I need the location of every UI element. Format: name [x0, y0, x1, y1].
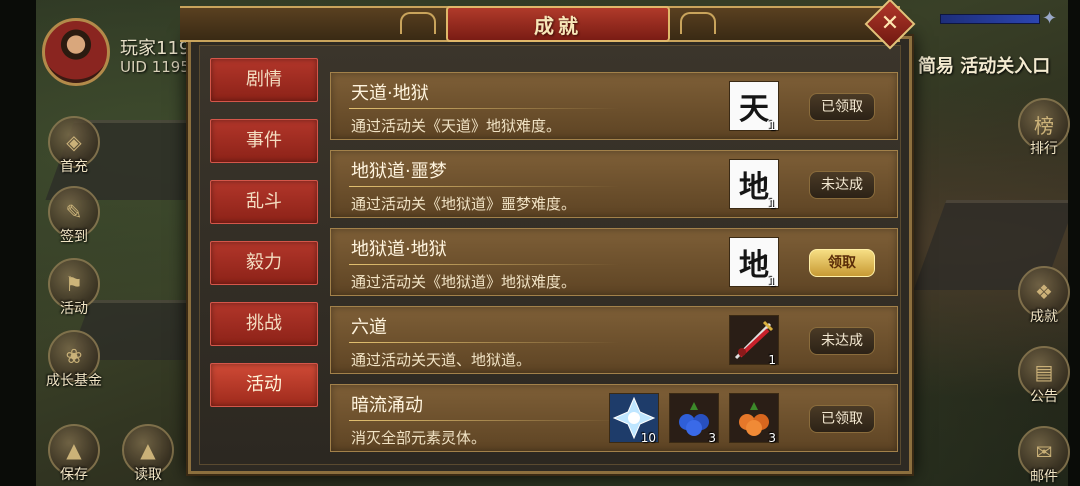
side-button-label: 签到 — [60, 229, 88, 245]
side-button-label: 公告 — [1030, 389, 1058, 405]
achievement-desc: 消灭全部元素灵体。 — [351, 429, 487, 447]
achievement-title: 地狱道·噩梦 — [351, 161, 447, 182]
token-tian-icon[interactable]: 天 1 — [729, 81, 779, 133]
achievement-desc: 通过活动关《地狱道》噩梦难度。 — [351, 195, 577, 213]
achievement-desc: 通过活动关天道、地狱道。 — [351, 351, 532, 369]
achievement-title: 天道·地狱 — [351, 83, 429, 104]
divider — [349, 264, 619, 265]
achievement-row: 地狱道·噩梦 通过活动关《地狱道》噩梦难度。 地 1 未达成 — [330, 150, 898, 218]
achievement-list: 天道·地狱 通过活动关《天道》地狱难度。 天 1 已领取 地狱道·噩梦 通过活动… — [330, 60, 898, 456]
dialog-title: 成就 — [534, 13, 582, 38]
side-button-notice[interactable]: ▤ 公告 — [1016, 346, 1072, 406]
player-avatar[interactable] — [42, 18, 110, 86]
tab-plot[interactable]: 剧情 — [210, 58, 318, 102]
achievement-title: 暗流涌动 — [351, 395, 423, 416]
reward-count: 1 — [768, 275, 776, 289]
claimed-button[interactable]: 已领取 — [809, 93, 875, 121]
reward-count: 3 — [708, 431, 716, 445]
reward-count: 1 — [768, 353, 776, 367]
title-ornament — [400, 12, 436, 34]
achievement-row: 地狱道·地狱 通过活动关《地狱道》地狱难度。 地 1 领取 — [330, 228, 898, 296]
tab-brawl[interactable]: 乱斗 — [210, 180, 318, 224]
tab-challenge[interactable]: 挑战 — [210, 302, 318, 346]
blue-fruit-icon[interactable]: 3 — [669, 393, 719, 445]
orange-fruit-icon[interactable]: 3 — [729, 393, 779, 445]
vip-icon[interactable]: ✦ — [1042, 8, 1057, 29]
achievement-title: 地狱道·地狱 — [351, 239, 447, 260]
category-tabs: 剧情 事件 乱斗 毅力 挑战 活动 — [210, 58, 318, 424]
token-di-icon[interactable]: 地 1 — [729, 159, 779, 211]
reward-count: 10 — [640, 431, 656, 445]
side-button-activity[interactable]: ⚑ 活动 — [46, 258, 102, 318]
side-button-label: 邮件 — [1030, 469, 1058, 485]
achievement-desc: 通过活动关《地狱道》地狱难度。 — [351, 273, 577, 291]
title-ornament — [680, 12, 716, 34]
save-button-label: 保存 — [60, 467, 88, 483]
achievement-row: 暗流涌动 消灭全部元素灵体。 10 3 3 已领取 — [330, 384, 898, 452]
tab-activity[interactable]: 活动 — [210, 363, 318, 407]
save-button[interactable]: ▲ 保存 — [46, 424, 102, 484]
reward-count: 1 — [768, 197, 776, 211]
divider — [349, 420, 619, 421]
close-icon[interactable]: ✕ — [878, 8, 902, 40]
side-button-label: 排行 — [1030, 141, 1058, 157]
reward-count: 1 — [768, 119, 776, 133]
side-button-sign-in[interactable]: ✎ 签到 — [46, 186, 102, 246]
not-achieved-button[interactable]: 未达成 — [809, 171, 875, 199]
screen-edge — [0, 0, 36, 486]
claim-button[interactable]: 领取 — [809, 249, 875, 277]
achievement-row: 天道·地狱 通过活动关《天道》地狱难度。 天 1 已领取 — [330, 72, 898, 140]
claimed-button[interactable]: 已领取 — [809, 405, 875, 433]
side-button-achievement[interactable]: ❖ 成就 — [1016, 266, 1072, 326]
side-button-mail[interactable]: ✉ 邮件 — [1016, 426, 1072, 486]
screen-edge — [1068, 0, 1080, 486]
achievement-desc: 通过活动关《天道》地狱难度。 — [351, 117, 562, 135]
ice-crystal-icon[interactable]: 10 — [609, 393, 659, 445]
weapon-icon[interactable]: 1 — [729, 315, 779, 367]
side-button-growth-fund[interactable]: ❀ 成长基金 — [44, 330, 104, 390]
side-button-rank[interactable]: 榜 排行 — [1016, 98, 1072, 158]
activity-entry-link[interactable]: 简易 活动关入口 — [918, 52, 1050, 78]
tab-event[interactable]: 事件 — [210, 119, 318, 163]
achievement-row: 六道 通过活动关天道、地狱道。 1 未达成 — [330, 306, 898, 374]
load-button[interactable]: ▲ 读取 — [120, 424, 176, 484]
tab-perseverance[interactable]: 毅力 — [210, 241, 318, 285]
divider — [349, 108, 619, 109]
reward-count: 3 — [768, 431, 776, 445]
side-button-first-charge[interactable]: ◈ 首充 — [46, 116, 102, 176]
side-button-label: 成就 — [1030, 309, 1058, 325]
load-button-label: 读取 — [134, 467, 162, 483]
side-button-label: 活动 — [60, 301, 88, 317]
not-achieved-button[interactable]: 未达成 — [809, 327, 875, 355]
achievement-title: 六道 — [351, 317, 387, 338]
divider — [349, 186, 619, 187]
divider — [349, 342, 619, 343]
resource-bar — [940, 14, 1040, 24]
token-di-icon[interactable]: 地 1 — [729, 237, 779, 289]
dialog-title-plate: 成就 — [446, 6, 670, 42]
side-button-label: 首充 — [60, 159, 88, 175]
side-button-label: 成长基金 — [46, 373, 102, 389]
